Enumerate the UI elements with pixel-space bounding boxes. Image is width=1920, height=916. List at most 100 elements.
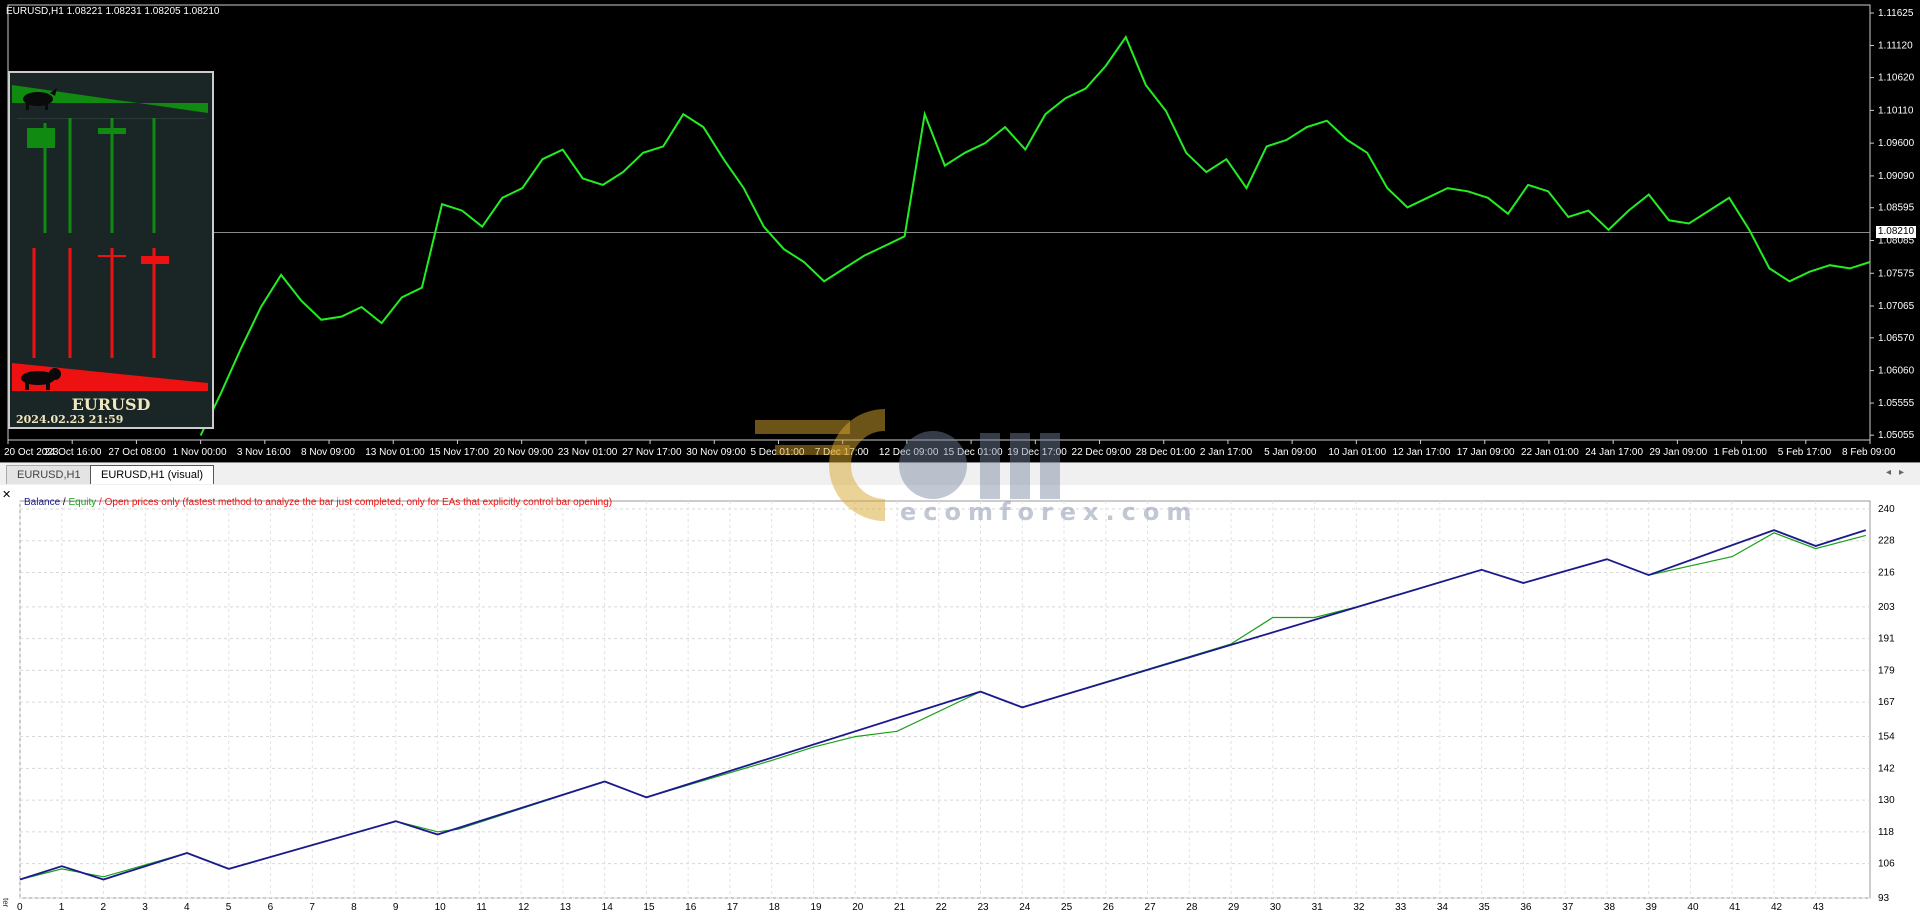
chevron-right-icon[interactable]: ▸ (1899, 467, 1912, 478)
side-tab-label[interactable]: ter (0, 898, 10, 916)
report-x-tick-label: 27 (1145, 902, 1157, 913)
report-x-tick-label: 37 (1562, 902, 1574, 913)
report-x-tick-label: 34 (1437, 902, 1449, 913)
report-x-tick-label: 10 (435, 902, 447, 913)
report-x-tick-label: 38 (1604, 902, 1616, 913)
price-x-tick-label: 24 Oct 16:00 (44, 447, 102, 458)
report-x-tick-label: 7 (309, 902, 315, 913)
report-x-tick-label: 17 (727, 902, 739, 913)
report-x-tick-label: 40 (1687, 902, 1699, 913)
price-x-tick-label: 15 Nov 17:00 (429, 447, 489, 458)
price-x-tick-label: 10 Jan 01:00 (1328, 447, 1386, 458)
price-x-tick-label: 29 Jan 09:00 (1649, 447, 1707, 458)
report-y-tick-label: 130 (1878, 795, 1895, 806)
price-y-tick-label: 1.05555 (1878, 398, 1915, 409)
tab-eurusd-h1-visual[interactable]: EURUSD,H1 (visual) (90, 465, 215, 484)
report-x-tick-label: 8 (351, 902, 357, 913)
report-x-tick-label: 33 (1395, 902, 1407, 913)
price-x-tick-label: 12 Dec 09:00 (879, 447, 939, 458)
price-x-tick-label: 5 Jan 09:00 (1264, 447, 1317, 458)
price-y-tick-label: 1.10110 (1878, 105, 1914, 116)
price-x-tick-label: 20 Nov 09:00 (494, 447, 554, 458)
price-x-tick-label: 2 Jan 17:00 (1200, 447, 1253, 458)
report-x-tick-label: 26 (1103, 902, 1115, 913)
price-series (199, 35, 1871, 436)
report-x-tick-label: 22 (936, 902, 948, 913)
price-x-tick-label: 27 Oct 08:00 (108, 447, 166, 458)
report-y-tick-label: 203 (1878, 602, 1895, 613)
report-y-tick-label: 240 (1878, 504, 1895, 515)
tab-scroll-arrows[interactable]: ◂▸ (1886, 467, 1912, 478)
report-x-tick-label: 18 (769, 902, 781, 913)
report-x-tick-label: 5 (226, 902, 232, 913)
report-x-tick-label: 39 (1646, 902, 1658, 913)
report-y-tick-label: 142 (1878, 763, 1895, 774)
report-x-tick-label: 35 (1479, 902, 1491, 913)
price-chart-svg: EURUSD,H1 1.08221 1.08231 1.08205 1.0821… (4, 4, 1915, 458)
report-legend: Balance / Equity / Open prices only (fas… (24, 497, 612, 508)
price-y-tick-label: 1.09600 (1878, 138, 1915, 149)
price-y-tick-label: 1.07575 (1878, 268, 1915, 279)
price-x-tick-label: 7 Dec 17:00 (815, 447, 869, 458)
report-x-tick-label: 13 (560, 902, 572, 913)
report-x-tick-label: 21 (894, 902, 906, 913)
report-x-tick-label: 4 (184, 902, 190, 913)
price-y-tick-label: 1.11120 (1878, 40, 1913, 51)
report-x-tick-label: 29 (1228, 902, 1240, 913)
ea-datetime: 2024.02.23 21:59 (16, 413, 124, 426)
report-x-tick-label: 9 (393, 902, 399, 913)
price-y-tick-label: 1.06570 (1878, 333, 1915, 344)
price-y-tick-label: 1.06060 (1878, 366, 1915, 377)
report-x-tick-label: 14 (602, 902, 614, 913)
price-x-tick-label: 23 Nov 01:00 (558, 447, 618, 458)
price-y-tick-label: 1.11625 (1878, 8, 1914, 19)
report-x-tick-label: 28 (1186, 902, 1198, 913)
price-x-tick-label: 30 Nov 09:00 (686, 447, 746, 458)
price-line (199, 35, 1871, 436)
report-x-tick-label: 6 (268, 902, 274, 913)
price-x-tick-label: 1 Feb 01:00 (1714, 447, 1768, 458)
price-x-tick-label: 22 Jan 01:00 (1521, 447, 1579, 458)
price-y-tick-label: 1.09090 (1878, 171, 1915, 182)
price-y-tick-label: 1.10620 (1878, 73, 1915, 84)
report-x-tick-label: 31 (1312, 902, 1324, 913)
report-y-tick-label: 179 (1878, 665, 1895, 676)
close-icon[interactable]: ✕ (2, 488, 11, 501)
report-x-tick-label: 2 (101, 902, 107, 913)
price-x-tick-label: 8 Feb 09:00 (1842, 447, 1896, 458)
price-x-tick-label: 17 Jan 09:00 (1457, 447, 1515, 458)
report-x-tick-label: 30 (1270, 902, 1282, 913)
price-axes: 1.11625 1.11120 1.10620 1.10110 1.09600 1.090… (4, 4, 1915, 458)
price-chart[interactable]: EURUSD,H1 1.08221 1.08231 1.08205 1.0821… (0, 0, 1920, 466)
report-x-tick-label: 15 (643, 902, 655, 913)
tab-eurusd-h1[interactable]: EURUSD,H1 (6, 465, 92, 484)
report-x-tick-label: 42 (1771, 902, 1783, 913)
price-x-tick-label: 15 Dec 01:00 (943, 447, 1003, 458)
price-plot-frame (7, 4, 1871, 441)
report-chart-svg: 240228216203191179167154142130118106930 1… (17, 500, 1895, 913)
report-x-tick-label: 41 (1729, 902, 1741, 913)
price-y-tick-label: 1.05055 (1878, 430, 1915, 441)
chevron-left-icon[interactable]: ◂ (1886, 467, 1899, 478)
report-y-tick-label: 118 (1878, 827, 1894, 838)
price-x-tick-label: 28 Dec 01:00 (1136, 447, 1196, 458)
report-x-tick-label: 36 (1520, 902, 1532, 913)
report-x-tick-label: 0 (17, 902, 23, 913)
report-x-tick-label: 20 (852, 902, 864, 913)
price-x-tick-label: 8 Nov 09:00 (301, 447, 355, 458)
legend-note: / Open prices only (fastest method to an… (96, 497, 613, 508)
report-chart[interactable]: 240 228 216 203 191 179 167 154 142 130 118 106 93 0 1… (0, 485, 1920, 916)
ea-panel-graphics (12, 85, 208, 391)
report-x-tick-label: 43 (1813, 902, 1825, 913)
report-y-tick-label: 106 (1878, 859, 1895, 870)
ea-symbol: EURUSD (71, 395, 151, 414)
report-y-tick-label: 216 (1878, 567, 1895, 578)
current-price-label: 1.08210 (1876, 226, 1916, 239)
price-x-tick-label: 27 Nov 17:00 (622, 447, 682, 458)
legend-equity: Equity (68, 497, 97, 508)
report-x-tick-label: 23 (977, 902, 989, 913)
report-axes: 240228216203191179167154142130118106930 1… (17, 500, 1895, 913)
report-x-tick-label: 16 (685, 902, 697, 913)
price-x-tick-label: 19 Dec 17:00 (1007, 447, 1067, 458)
price-y-tick-label: 1.07065 (1878, 301, 1915, 312)
